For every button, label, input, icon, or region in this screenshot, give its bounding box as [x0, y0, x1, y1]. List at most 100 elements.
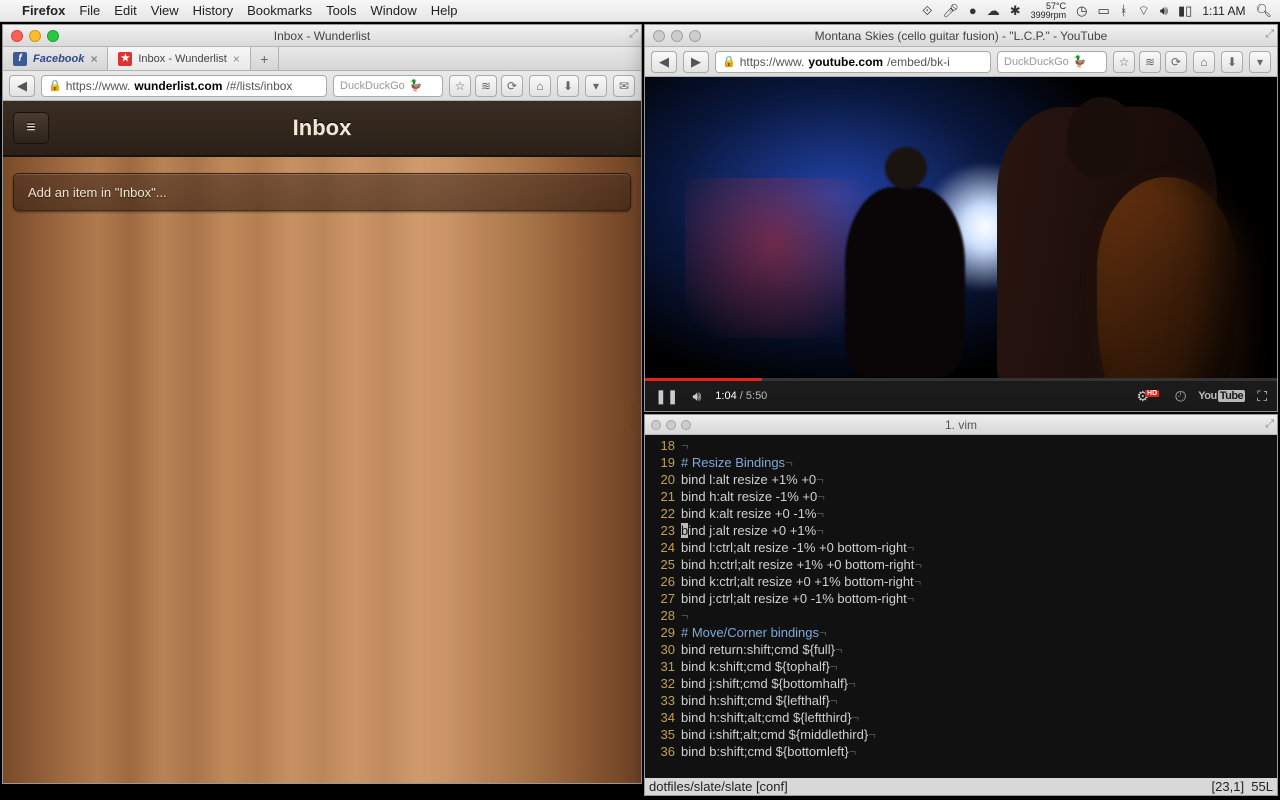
close-button[interactable]: [651, 420, 661, 430]
zoom-button[interactable]: [47, 30, 59, 42]
vim-status-line: dotfiles/slate/slate [conf][23,1] 55L: [645, 778, 1277, 795]
duckduckgo-icon: 🦆: [1073, 55, 1087, 68]
app-menu[interactable]: Firefox: [22, 3, 65, 18]
zoom-button[interactable]: [681, 420, 691, 430]
expand-icon[interactable]: ⤢: [1265, 418, 1274, 431]
minimize-button[interactable]: [671, 30, 683, 42]
menu-edit[interactable]: Edit: [114, 3, 136, 18]
menu-help[interactable]: Help: [431, 3, 458, 18]
window-title: Inbox - Wunderlist: [3, 29, 641, 43]
back-button[interactable]: ◀: [9, 75, 35, 97]
search-field[interactable]: DuckDuckGo 🦆: [997, 51, 1107, 73]
volume-icon[interactable]: 🔊︎: [692, 388, 701, 405]
close-button[interactable]: [11, 30, 23, 42]
window-title: 1. vim: [645, 418, 1277, 432]
dropbox-icon[interactable]: ⟐: [922, 3, 932, 19]
tab-wunderlist[interactable]: ★ Inbox - Wunderlist ×: [108, 47, 250, 70]
wunderlist-favicon-icon: ★: [118, 52, 132, 66]
toolbar: ◀ 🔒 https://www.wunderlist.com /#/lists/i…: [3, 71, 641, 101]
mic-icon[interactable]: 🎤︎: [942, 3, 959, 19]
reload-icon[interactable]: ⟳: [501, 75, 523, 97]
zoom-button[interactable]: [689, 30, 701, 42]
close-button[interactable]: [653, 30, 665, 42]
youtube-logo-icon[interactable]: YouTube: [1198, 390, 1245, 402]
pocket-button[interactable]: ▾: [1249, 51, 1271, 73]
wifi-icon[interactable]: ⌔: [1138, 3, 1150, 19]
forward-button[interactable]: ▶: [683, 51, 709, 73]
close-tab-icon[interactable]: ×: [233, 52, 240, 66]
video-area[interactable]: [645, 77, 1277, 378]
pause-button[interactable]: ❚❚: [655, 388, 678, 405]
bookmark-star-icon[interactable]: ☆: [1113, 51, 1135, 73]
new-tab-button[interactable]: +: [251, 47, 279, 70]
clock[interactable]: 1:11 AM: [1202, 4, 1245, 18]
menu-tools[interactable]: Tools: [326, 3, 356, 18]
progress-bar[interactable]: [645, 378, 1277, 381]
fan-icon[interactable]: ✱: [1010, 3, 1021, 19]
tab-facebook[interactable]: f Facebook ×: [3, 47, 108, 70]
mail-button[interactable]: ✉: [613, 75, 635, 97]
sync-icon[interactable]: ◷: [1076, 3, 1087, 19]
titlebar[interactable]: 1. vim ⤢: [645, 415, 1277, 435]
display-icon[interactable]: ▭: [1097, 3, 1109, 19]
search-engine-label: DuckDuckGo: [1004, 56, 1069, 68]
downloads-button[interactable]: ⬇: [557, 75, 579, 97]
reload-icon[interactable]: ⟳: [1165, 51, 1187, 73]
close-tab-icon[interactable]: ×: [90, 52, 97, 66]
fullscreen-icon[interactable]: ⛶: [1257, 388, 1267, 405]
youtube-player: ❚❚ 🔊︎ 1:04 / 5:50 ⚙HD 🕘︎ YouTube ⛶: [645, 77, 1277, 411]
url-path: /embed/bk-i: [887, 55, 950, 69]
url-prefix: https://www.: [740, 55, 805, 69]
battery-icon[interactable]: ▮▯: [1178, 3, 1192, 19]
pocket-button[interactable]: ▾: [585, 75, 607, 97]
spotlight-icon[interactable]: 🔍︎: [1255, 3, 1272, 19]
add-item-input[interactable]: Add an item in "Inbox"...: [13, 173, 631, 211]
url-path: /#/lists/inbox: [226, 79, 292, 93]
url-host: wunderlist.com: [134, 79, 222, 93]
url-host: youtube.com: [808, 55, 883, 69]
home-button[interactable]: ⌂: [1193, 51, 1215, 73]
hat-icon[interactable]: ●: [969, 3, 977, 18]
titlebar[interactable]: Inbox - Wunderlist ⤢: [3, 25, 641, 47]
watch-later-icon[interactable]: 🕘︎: [1175, 388, 1186, 405]
search-field[interactable]: DuckDuckGo 🦆: [333, 75, 443, 97]
page-title: Inbox: [293, 115, 352, 141]
url-prefix: https://www.: [66, 79, 131, 93]
terminal-window: 1. vim ⤢ 18¬19# Resize Bindings¬20bind l…: [644, 414, 1278, 796]
titlebar[interactable]: Montana Skies (cello guitar fusion) - "L…: [645, 25, 1277, 47]
downloads-button[interactable]: ⬇: [1221, 51, 1243, 73]
hamburger-menu-icon[interactable]: ≡: [13, 112, 49, 144]
bluetooth-icon[interactable]: ᚼ: [1120, 3, 1128, 18]
back-button[interactable]: ◀: [651, 51, 677, 73]
menu-file[interactable]: File: [79, 3, 100, 18]
minimize-button[interactable]: [666, 420, 676, 430]
menu-window[interactable]: Window: [371, 3, 417, 18]
duckduckgo-icon: 🦆: [409, 79, 423, 92]
tab-strip: f Facebook × ★ Inbox - Wunderlist × +: [3, 47, 641, 71]
home-button[interactable]: ⌂: [529, 75, 551, 97]
url-field[interactable]: 🔒 https://www.youtube.com/embed/bk-i: [715, 51, 991, 73]
expand-icon[interactable]: ⤢: [629, 28, 638, 41]
tab-label: Facebook: [33, 53, 84, 65]
progress-fill: [645, 378, 762, 381]
feed-icon[interactable]: ≋: [475, 75, 497, 97]
toolbar: ◀ ▶ 🔒 https://www.youtube.com/embed/bk-i…: [645, 47, 1277, 77]
tab-label: Inbox - Wunderlist: [138, 53, 226, 65]
terminal-content[interactable]: 18¬19# Resize Bindings¬20bind l:alt resi…: [645, 435, 1277, 795]
menu-view[interactable]: View: [151, 3, 179, 18]
settings-gear-icon[interactable]: ⚙HD: [1136, 388, 1163, 405]
lock-icon: 🔒: [48, 79, 62, 92]
expand-icon[interactable]: ⤢: [1265, 28, 1274, 41]
volume-icon[interactable]: 🔊︎: [1160, 3, 1168, 19]
cloud-icon[interactable]: ☁: [987, 3, 1000, 19]
player-controls: ❚❚ 🔊︎ 1:04 / 5:50 ⚙HD 🕘︎ YouTube ⛶: [645, 381, 1277, 411]
feed-icon[interactable]: ≋: [1139, 51, 1161, 73]
menu-history[interactable]: History: [193, 3, 233, 18]
firefox-window-youtube: Montana Skies (cello guitar fusion) - "L…: [644, 24, 1278, 412]
minimize-button[interactable]: [29, 30, 41, 42]
time-display: 1:04 / 5:50: [715, 390, 767, 402]
menu-bookmarks[interactable]: Bookmarks: [247, 3, 312, 18]
temperature-readout: 57°C 3999rpm: [1031, 2, 1067, 20]
url-field[interactable]: 🔒 https://www.wunderlist.com /#/lists/inb…: [41, 75, 327, 97]
bookmark-star-icon[interactable]: ☆: [449, 75, 471, 97]
